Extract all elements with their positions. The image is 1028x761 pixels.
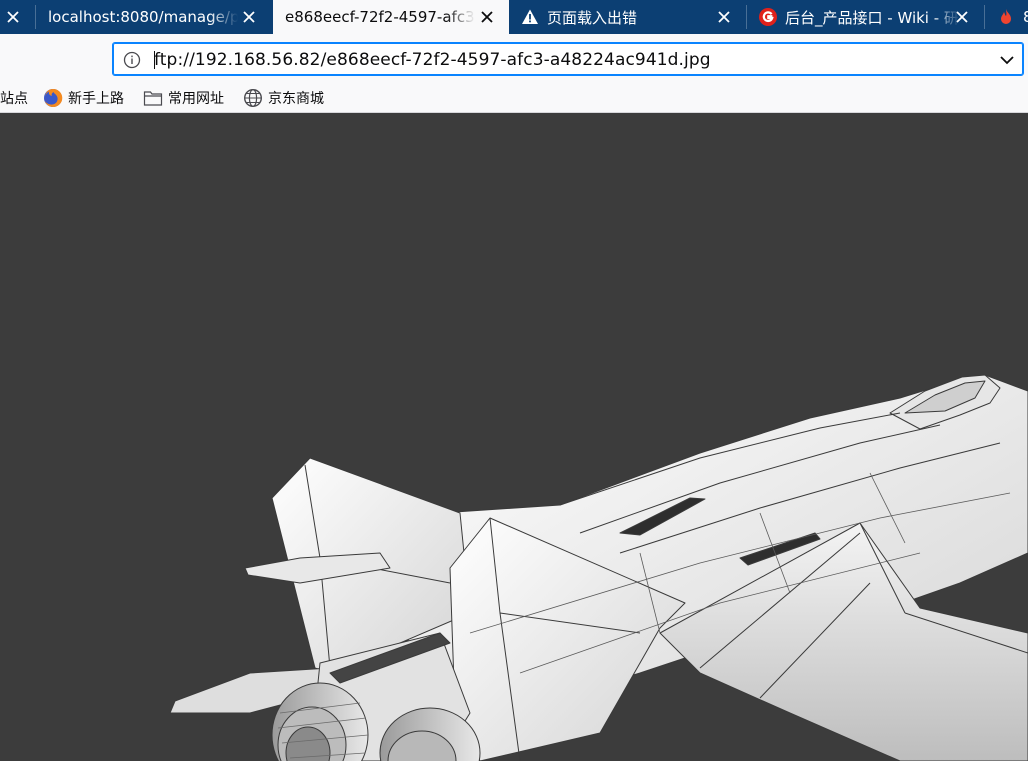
close-icon	[243, 11, 255, 23]
tab-close-button[interactable]	[239, 7, 259, 27]
info-icon[interactable]	[123, 51, 141, 69]
tab-title: localhost:8080/manage/pr	[48, 8, 238, 26]
bookmarks-toolbar: 站点 新手上路 常用网址 京东商城	[0, 84, 1028, 113]
tab-title: 页面载入出错	[547, 8, 638, 27]
bookmark-label: 新手上路	[68, 91, 124, 107]
tab-strip: localhost:8080/manage/pr e868eecf-72f2-4…	[0, 0, 1028, 34]
globe-icon	[243, 88, 263, 108]
firefox-icon	[43, 88, 63, 108]
nav-toolbar: ftp://192.168.56.82/e868eecf-72f2-4597-a…	[0, 34, 1028, 84]
bookmark-getting-started[interactable]: 新手上路	[43, 86, 124, 110]
g-logo-icon	[759, 8, 777, 26]
folder-icon	[143, 88, 163, 108]
close-icon	[956, 11, 968, 23]
tab-localhost[interactable]: localhost:8080/manage/pr	[36, 0, 273, 34]
close-icon	[718, 11, 730, 23]
chevron-down-icon[interactable]	[999, 52, 1015, 68]
bookmark-label: 京东商城	[268, 91, 324, 107]
bookmark-label: 常用网址	[168, 91, 224, 107]
tab-partial[interactable]: 8	[985, 0, 1028, 34]
image-viewport	[0, 113, 1028, 761]
tab-image-active[interactable]: e868eecf-72f2-4597-afc3-a	[273, 0, 509, 34]
address-bar[interactable]: ftp://192.168.56.82/e868eecf-72f2-4597-a…	[112, 42, 1024, 76]
close-icon	[481, 11, 493, 23]
bookmark-common-sites[interactable]: 常用网址	[143, 86, 224, 110]
address-text[interactable]: ftp://192.168.56.82/e868eecf-72f2-4597-a…	[154, 50, 711, 70]
tab-close-button[interactable]	[952, 7, 972, 27]
tab-title: 后台_产品接口 - Wiki - 研	[785, 8, 959, 27]
jet-model-image	[169, 374, 1028, 761]
tab-close-button[interactable]	[714, 7, 734, 27]
bookmark-label: 站点	[0, 91, 28, 107]
tab-title: 8	[1023, 8, 1028, 26]
tab-wiki[interactable]: 后台_产品接口 - Wiki - 研	[747, 0, 984, 34]
close-icon	[7, 11, 19, 23]
tab-close-button[interactable]	[477, 7, 497, 27]
tab-close-button[interactable]	[3, 7, 23, 27]
tab-title: e868eecf-72f2-4597-afc3-a	[285, 8, 475, 26]
bookmark-sites[interactable]: 站点	[0, 86, 28, 110]
flame-icon	[997, 8, 1015, 26]
bookmark-jd[interactable]: 京东商城	[243, 86, 324, 110]
tab-load-error[interactable]: 页面载入出错	[509, 0, 746, 34]
warning-icon	[521, 8, 539, 26]
